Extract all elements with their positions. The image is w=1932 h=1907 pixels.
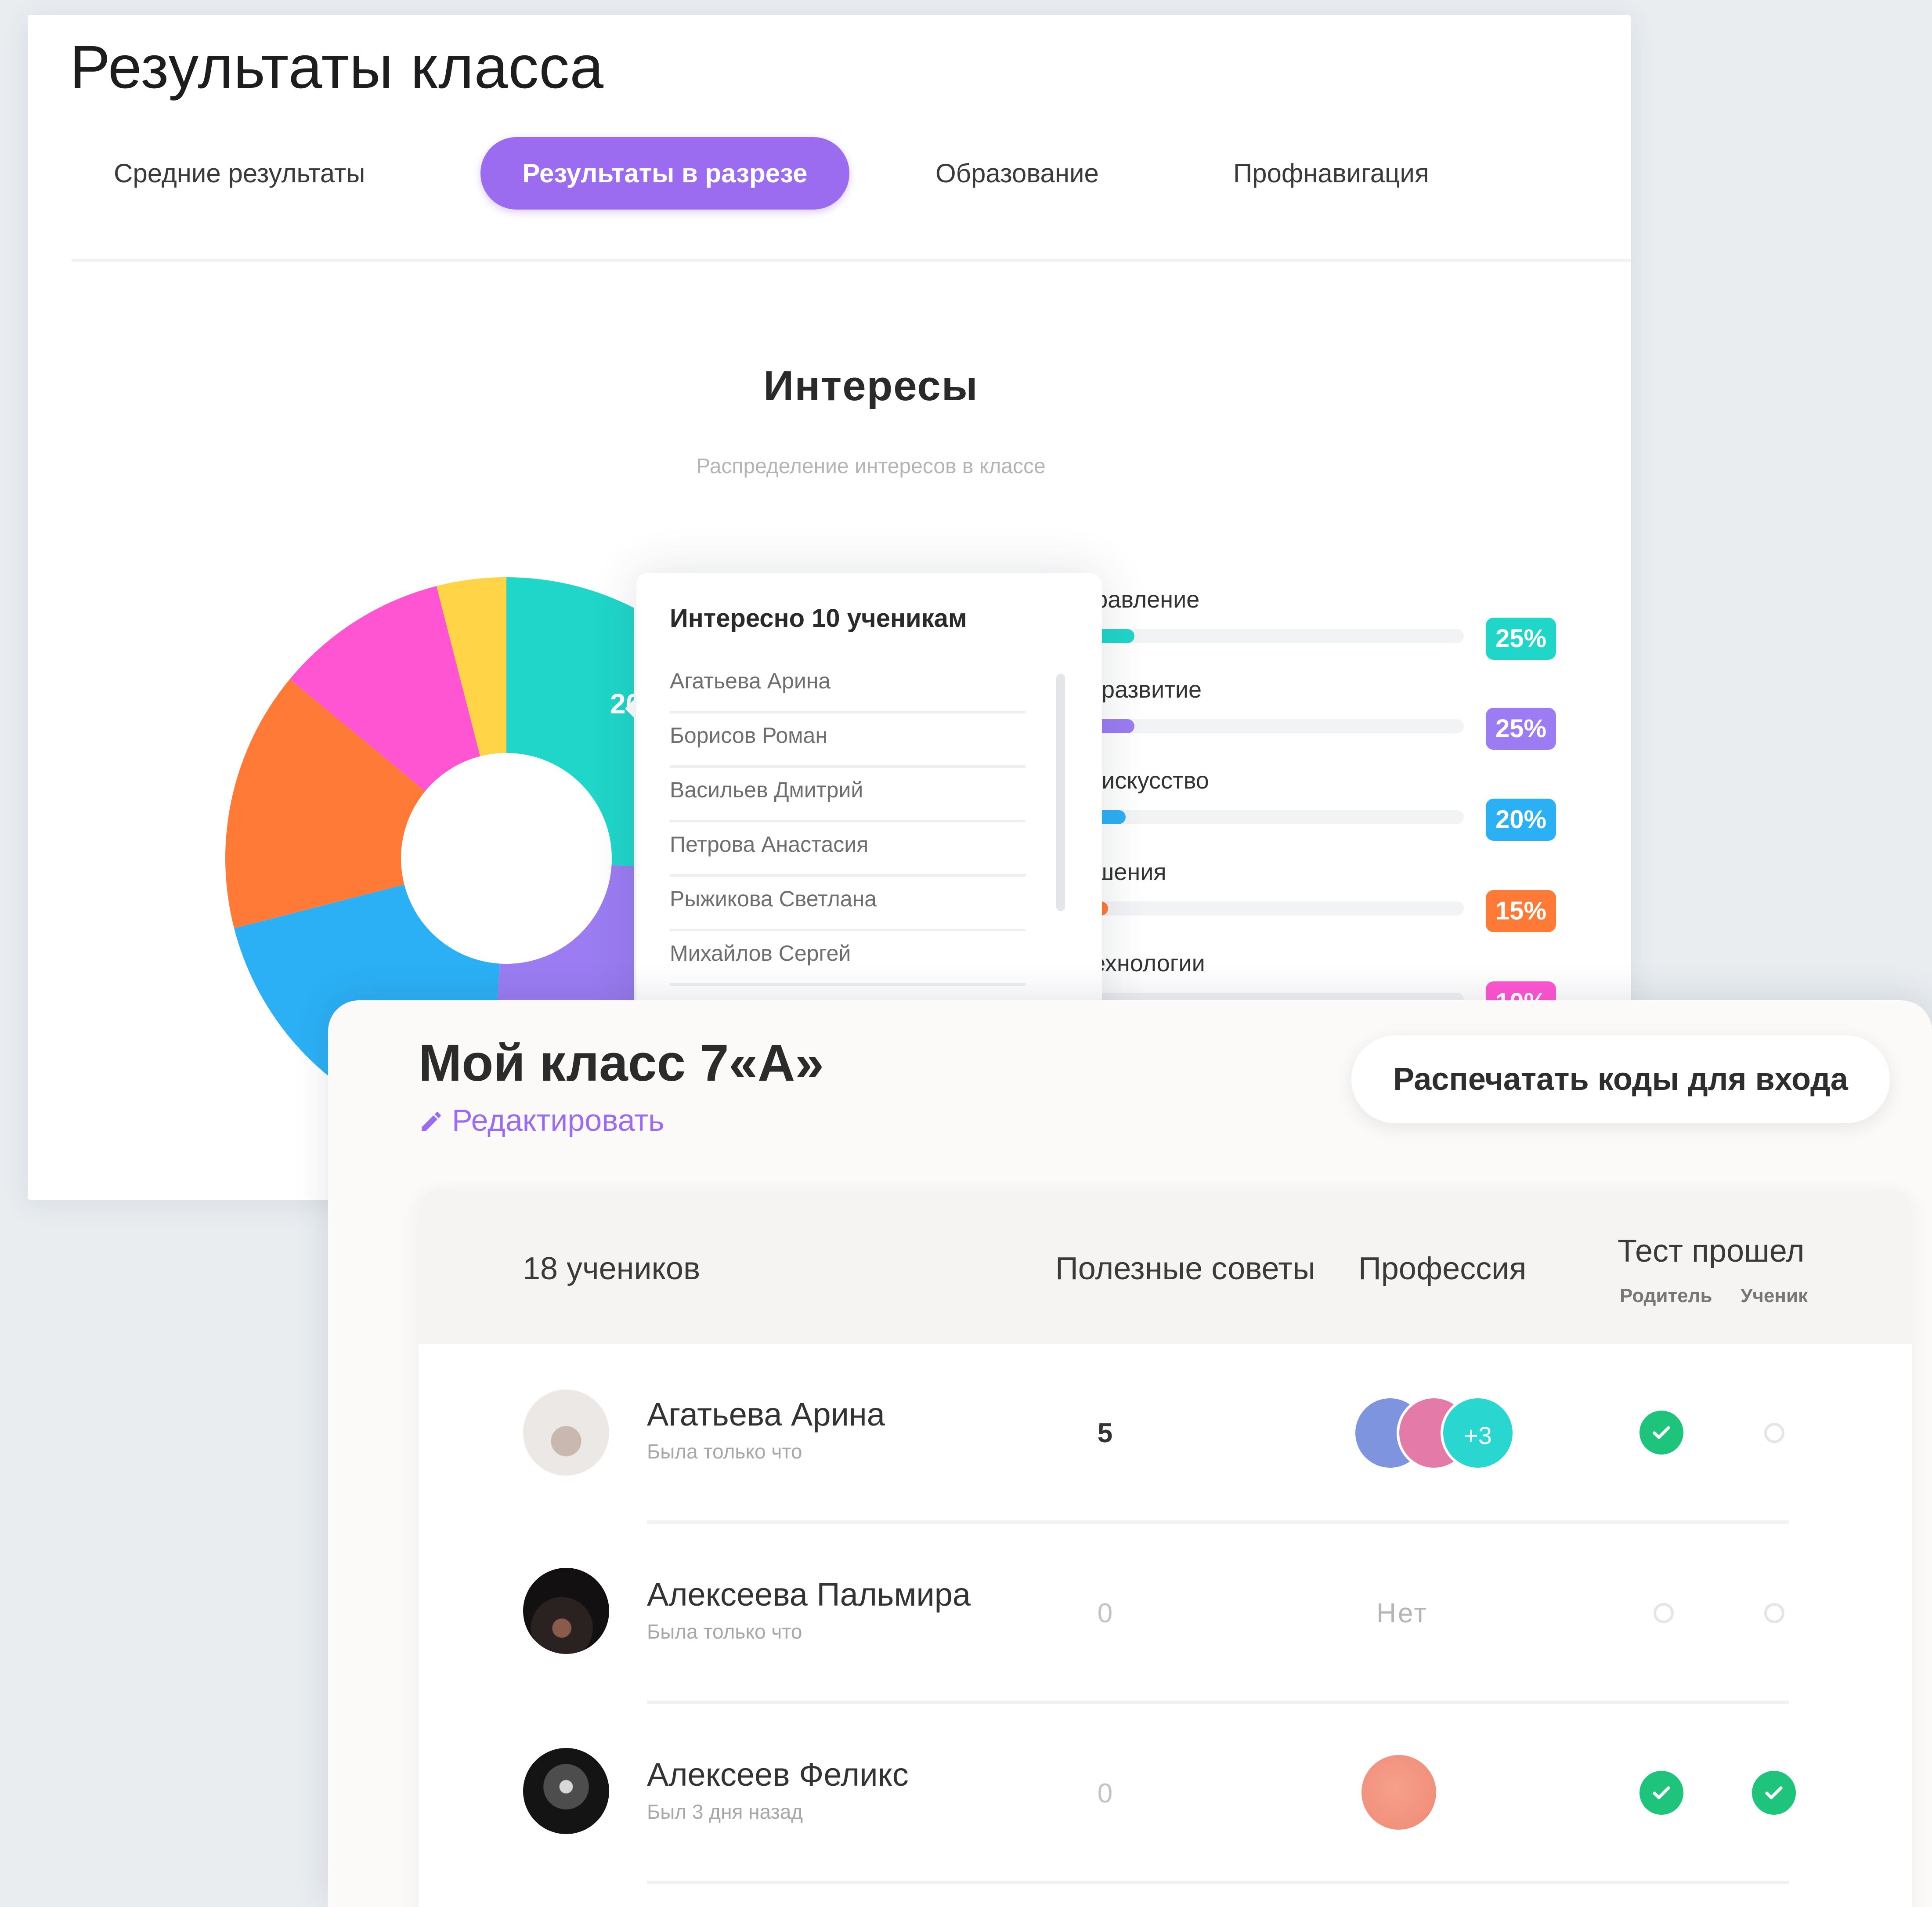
edit-link[interactable]: Редактировать — [419, 1103, 664, 1138]
print-login-codes-button[interactable]: Распечатать коды для входа — [1351, 1035, 1890, 1123]
tooltip-title: Интересно 10 ученикам — [670, 604, 967, 633]
profession-none: Нет — [1376, 1598, 1428, 1628]
student-last-seen: Была только что — [647, 1620, 802, 1643]
column-student: Ученик — [1741, 1285, 1808, 1306]
check-icon — [1639, 1411, 1683, 1455]
tooltip-student-item[interactable]: Петрова Анастасия — [670, 820, 1026, 877]
student-last-seen: Была только что — [647, 1440, 802, 1463]
table-row[interactable]: Алексеев Феликс Был 3 дня назад 0 — [419, 1704, 1912, 1884]
student-name[interactable]: Алексеев Феликс — [647, 1756, 909, 1793]
tooltip-pointer — [625, 697, 636, 720]
students-count: 18 учеников — [523, 1251, 701, 1286]
legend-row: ошения 15% — [1082, 858, 1609, 942]
column-profession: Профессия — [1358, 1251, 1527, 1286]
tooltip-student-item[interactable]: Рыжикова Светлана — [670, 874, 1026, 931]
donut-slice[interactable] — [506, 577, 634, 876]
not-passed-icon — [1764, 1423, 1784, 1443]
column-useful-tips: Полезные советы — [1055, 1251, 1315, 1286]
my-class-card: Мой класс 7«А» Редактировать Распечатать… — [328, 1000, 1932, 1907]
avatar — [523, 1568, 609, 1654]
legend-row: и искусство 20% — [1082, 767, 1609, 850]
avatar — [523, 1390, 609, 1476]
more-professions-badge[interactable]: +3 — [1441, 1396, 1515, 1470]
tooltip-student-item[interactable]: Борисов Роман — [670, 711, 1026, 768]
chart-title: Интересы — [763, 362, 979, 409]
student-last-seen: Был 3 дня назад — [647, 1800, 803, 1823]
chart-subtitle: Распределение интересов в классе — [696, 455, 1046, 478]
edit-label: Редактировать — [452, 1103, 664, 1137]
column-parent: Родитель — [1620, 1285, 1712, 1306]
legend-percent-badge: 20% — [1486, 799, 1556, 841]
legend-track — [1082, 810, 1464, 824]
avatar — [523, 1748, 609, 1834]
row-divider — [647, 1881, 1789, 1884]
tab-average-results[interactable]: Средние результаты — [114, 137, 365, 210]
legend-percent-badge: 25% — [1486, 708, 1556, 750]
tooltip-student-item[interactable]: Васильев Дмитрий — [670, 765, 1026, 822]
useful-tips-count: 5 — [1097, 1418, 1113, 1448]
class-title: Мой класс 7«А» — [419, 1034, 824, 1092]
legend-track — [1082, 719, 1464, 733]
tab-results-breakdown[interactable]: Результаты в разрезе — [480, 137, 849, 210]
pencil-icon — [422, 1112, 441, 1131]
student-name[interactable]: Агатьева Арина — [647, 1396, 885, 1433]
row-divider — [647, 1520, 1789, 1524]
table-row[interactable]: Агатьева Арина Была только что 5 +3 — [419, 1344, 1912, 1524]
check-icon — [1752, 1771, 1796, 1815]
column-test-passed: Тест прошел — [1618, 1234, 1805, 1269]
useful-tips-count: 0 — [1097, 1778, 1113, 1809]
legend-percent-badge: 15% — [1486, 890, 1556, 932]
legend-track — [1082, 629, 1464, 643]
tab-education[interactable]: Образование — [935, 137, 1099, 210]
tooltip-student-item[interactable]: Михайлов Сергей — [670, 929, 1026, 986]
legend-track — [1082, 901, 1464, 916]
check-icon — [1639, 1771, 1683, 1815]
tab-career-navigation[interactable]: Профнавигация — [1233, 137, 1429, 210]
table-row[interactable]: Алексеева Пальмира Была только что 0 Нет — [419, 1524, 1912, 1704]
tooltip-scrollbar[interactable] — [1056, 674, 1065, 911]
not-passed-icon — [1764, 1603, 1784, 1623]
student-name[interactable]: Алексеева Пальмира — [647, 1576, 971, 1613]
tabs-divider — [72, 259, 1631, 262]
useful-tips-count: 0 — [1097, 1598, 1113, 1628]
legend-row: правление 25% — [1082, 586, 1609, 669]
students-table: 18 учеников Полезные советы Профессия Те… — [419, 1189, 1912, 1907]
legend-percent-badge: 25% — [1486, 618, 1556, 660]
legend-row: е развитие 25% — [1082, 676, 1609, 760]
tooltip-student-item[interactable]: Агатьева Арина — [670, 656, 1026, 713]
table-header: 18 учеников Полезные советы Профессия Те… — [419, 1189, 1912, 1344]
not-passed-icon — [1654, 1603, 1674, 1623]
profession-avatar[interactable] — [1361, 1755, 1436, 1830]
page-title: Результаты класса — [70, 33, 604, 101]
row-divider — [647, 1701, 1789, 1704]
